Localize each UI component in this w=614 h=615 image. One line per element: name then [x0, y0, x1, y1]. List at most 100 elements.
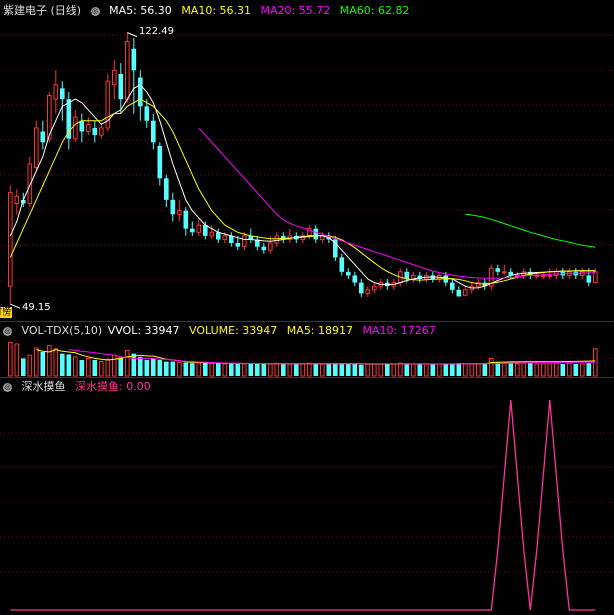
volume-bar	[8, 341, 13, 377]
candle-body	[495, 268, 501, 272]
volume-bar	[274, 362, 280, 377]
volume-bar	[216, 363, 221, 376]
volume-bar	[320, 363, 325, 377]
volume-bar	[66, 354, 72, 376]
candle-body	[112, 69, 117, 86]
volume-bar	[352, 364, 358, 376]
panel-divider-1	[0, 321, 614, 322]
volume-bar	[430, 364, 436, 376]
volume-bar	[203, 362, 208, 376]
volume-bar	[92, 360, 98, 376]
candle-body	[274, 235, 280, 244]
candle-body	[235, 243, 241, 247]
volume-bar	[437, 363, 442, 377]
volume-bar	[489, 357, 494, 377]
candle-body	[183, 210, 189, 229]
volume-bar	[560, 364, 566, 376]
volume-bar	[235, 364, 241, 376]
candle-body	[138, 77, 143, 107]
candle-body	[40, 131, 46, 143]
indicator-value: 深水摸鱼: 0.00	[75, 380, 151, 393]
volume-bar	[183, 362, 189, 376]
candle-body	[60, 88, 65, 100]
collapse-icon[interactable]: ◎	[3, 382, 12, 392]
candle-body	[450, 282, 455, 290]
candle-body	[209, 231, 215, 237]
chart-canvas[interactable]	[0, 0, 614, 615]
volume-bar	[34, 347, 39, 377]
candle-body	[151, 120, 156, 143]
indicator-title[interactable]: 深水摸鱼	[22, 380, 66, 393]
volume-bar	[73, 356, 78, 377]
candle-body	[463, 289, 468, 296]
volume-bar	[144, 360, 150, 376]
volume-bar	[177, 361, 182, 377]
volume-bar	[281, 364, 286, 376]
volume-bar	[131, 353, 137, 376]
candle-body	[34, 127, 39, 168]
volume-bar	[463, 363, 468, 377]
candle-body	[125, 41, 130, 100]
volume-bar	[391, 363, 397, 377]
volume-bar	[508, 363, 514, 376]
volume-bar	[424, 363, 429, 377]
candle-body	[190, 228, 195, 233]
volume-bar	[482, 363, 488, 376]
volume-bar	[567, 362, 572, 377]
volume-bar	[248, 363, 254, 376]
candle-body	[131, 48, 137, 71]
volume-bar	[534, 363, 540, 377]
volume-bar	[170, 361, 176, 376]
vol-ma10-value: MA10: 17267	[362, 324, 436, 337]
candle-body	[170, 199, 176, 215]
volume-bar	[547, 363, 553, 377]
event-tag-mid[interactable]: 财	[0, 307, 3, 318]
volume-bar	[53, 348, 59, 377]
candle-body	[346, 271, 351, 276]
candle-body	[73, 116, 78, 140]
volume-bar	[450, 364, 455, 376]
candle-body	[268, 242, 273, 251]
indicator-panel-header: ◎ 深水摸鱼 深水摸鱼: 0.00	[3, 379, 157, 395]
volume-bar	[417, 364, 423, 376]
candle-body	[456, 289, 462, 297]
volume-bar	[105, 358, 111, 377]
volume-bar	[118, 357, 124, 376]
volume-bar	[307, 362, 312, 377]
volume-bar	[268, 363, 273, 377]
volume-bar	[47, 345, 52, 377]
volume-panel-header: ◎ VOL-TDX(5,10) VVOL: 33947 VOLUME: 3394…	[3, 323, 442, 339]
volume-bar	[164, 361, 169, 376]
high-price-label: 122.49	[139, 25, 174, 37]
volume-bar	[294, 364, 299, 376]
candle-body	[365, 289, 371, 294]
volume-bar	[580, 363, 585, 377]
volume-bar	[476, 363, 481, 377]
candle-body	[144, 106, 150, 121]
candle-body	[14, 195, 20, 204]
candle-body	[502, 271, 507, 274]
candle-body	[92, 127, 98, 136]
volume-bar	[554, 362, 559, 377]
candle-body	[586, 275, 592, 283]
candle-body	[313, 228, 319, 240]
volume-bar	[495, 362, 501, 376]
low-price-label: 49.15	[22, 302, 51, 314]
candle-body	[118, 73, 124, 100]
candle-body	[359, 282, 364, 294]
volume-bar	[287, 363, 293, 377]
collapse-icon[interactable]: ◎	[3, 326, 12, 336]
candle-body	[216, 232, 221, 240]
candle-body	[8, 192, 13, 287]
vol-title[interactable]: VOL-TDX(5,10)	[22, 324, 103, 337]
ma60-line	[465, 213, 596, 248]
candle-body	[86, 123, 91, 133]
vol-ma5-value: MA5: 18917	[286, 324, 354, 337]
candle-body	[547, 274, 553, 277]
volume-bar	[190, 363, 195, 376]
volume-bar	[14, 343, 20, 377]
volume-bar	[40, 352, 46, 376]
volume-bar	[209, 362, 215, 377]
volume-value: VOLUME: 33947	[189, 324, 278, 337]
candle-body	[99, 127, 104, 136]
